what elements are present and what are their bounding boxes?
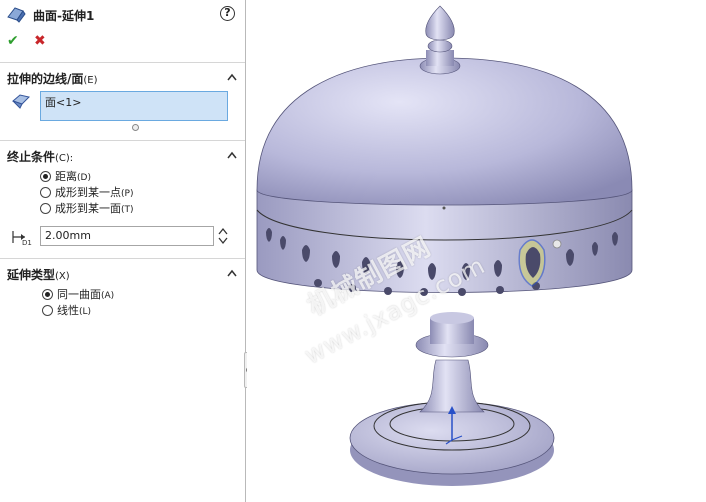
edges-faces-list[interactable]: 面<1> (40, 91, 228, 121)
edges-section-header[interactable]: 拉伸的边线/面(E) (7, 70, 98, 87)
divider (0, 140, 245, 141)
radio-distance[interactable]: 距离(D) (40, 168, 91, 184)
chevron-up-icon[interactable] (227, 73, 237, 81)
radio-button[interactable] (42, 288, 53, 300)
spin-up-icon (218, 227, 228, 235)
edge-face-icon (12, 94, 30, 109)
list-item[interactable]: 面<1> (45, 96, 81, 109)
close-icon: ✖ (34, 33, 46, 49)
end-condition-section-header[interactable]: 终止条件(C): (7, 148, 73, 165)
radio-button[interactable] (40, 202, 51, 214)
ok-button[interactable]: ✔ (7, 33, 19, 49)
extension-type-section-header[interactable]: 延伸类型(X) (7, 266, 70, 283)
svg-text:D1: D1 (22, 239, 32, 246)
radio-button[interactable] (40, 186, 51, 198)
help-button[interactable]: ? (220, 6, 235, 21)
feature-title: 曲面-延伸1 (33, 9, 95, 23)
radio-same-surface[interactable]: 同一曲面(A) (42, 286, 114, 302)
divider (0, 62, 245, 63)
resize-handle[interactable] (132, 124, 139, 131)
radio-button[interactable] (42, 304, 53, 316)
property-manager: 曲面-延伸1 ? ✔ ✖ 拉伸的边线/面(E) 面<1> 终止条件(C): 距离… (0, 0, 246, 502)
surface-extend-icon (7, 7, 26, 23)
feature-header: 曲面-延伸1 ? ✔ ✖ (0, 0, 245, 60)
radio-up-to-surface[interactable]: 成形到某一面(T) (40, 200, 134, 216)
origin-marker (442, 206, 446, 210)
radio-up-to-point[interactable]: 成形到某一点(P) (40, 184, 133, 200)
finial[interactable] (419, 5, 461, 75)
radio-button[interactable] (40, 170, 51, 182)
spin-down-icon (218, 237, 228, 245)
distance-icon: D1 (12, 231, 32, 246)
divider (0, 258, 245, 259)
checkmark-icon: ✔ (7, 33, 19, 49)
radio-linear[interactable]: 线性(L) (42, 302, 91, 318)
distance-input[interactable]: 2.00mm (40, 226, 214, 246)
chevron-up-icon[interactable] (227, 151, 237, 159)
stem[interactable] (415, 312, 489, 413)
chevron-up-icon[interactable] (227, 269, 237, 277)
cancel-button[interactable]: ✖ (34, 33, 46, 49)
dome[interactable] (256, 57, 633, 210)
spin-buttons[interactable] (218, 226, 228, 246)
